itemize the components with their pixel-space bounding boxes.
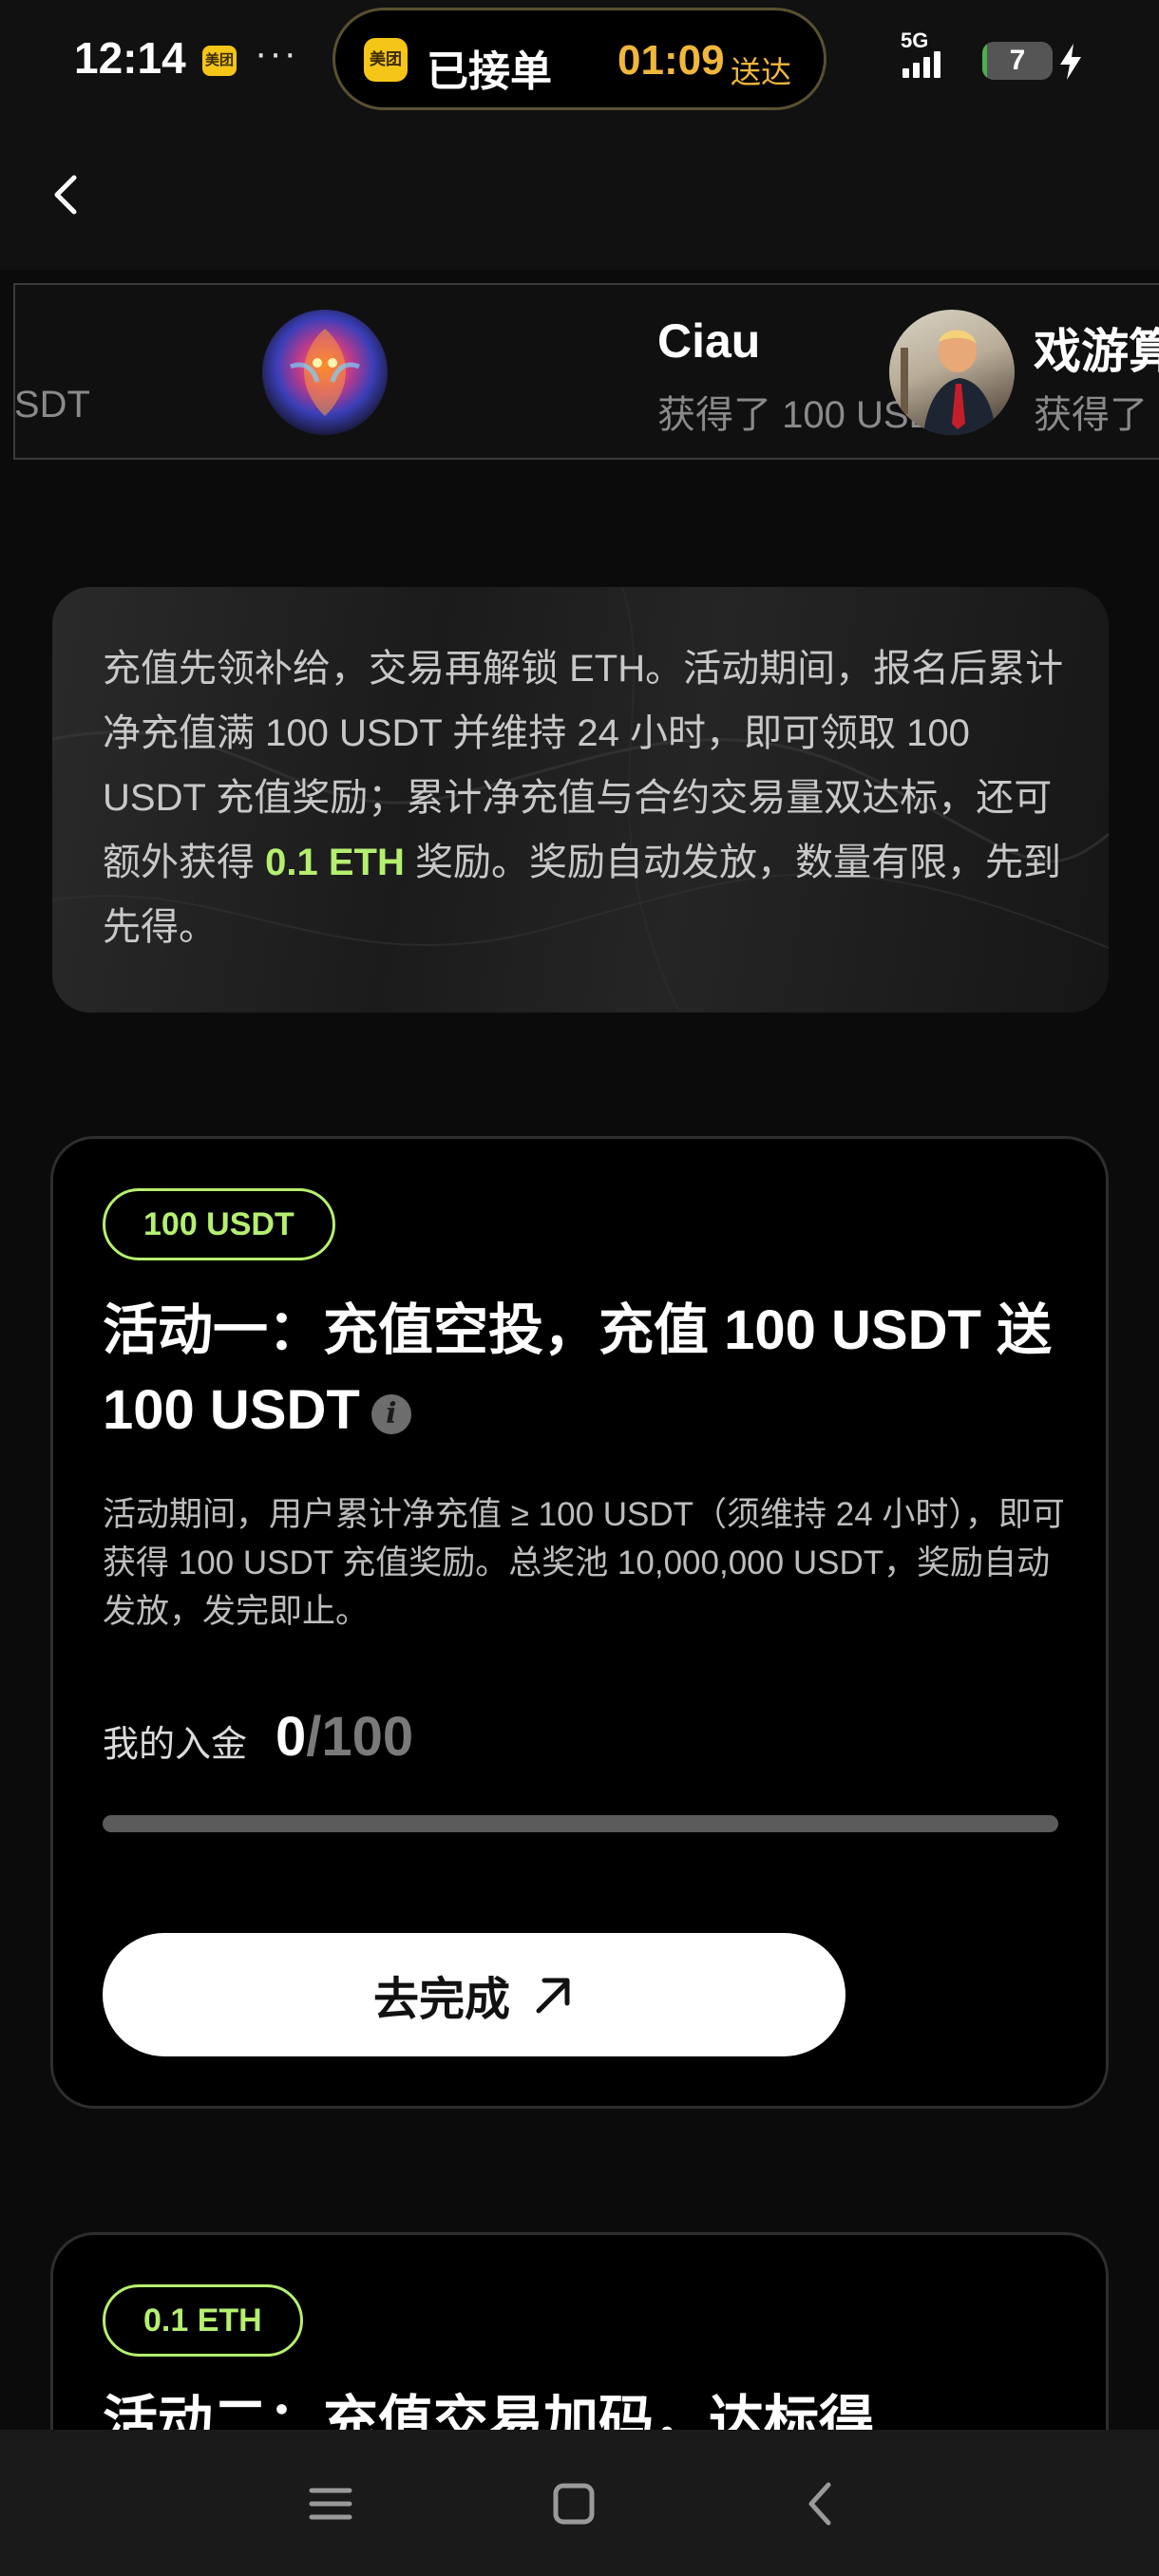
portrait-avatar-icon (901, 330, 996, 435)
charging-bolt-icon (1060, 44, 1081, 80)
avatar (262, 310, 388, 435)
live-activity-pill[interactable]: 美团 已接单 01:09 送达 (332, 8, 826, 110)
winners-marquee: USDT Ciau 获得了 100 USDT (13, 283, 1159, 460)
system-nav-bar (0, 2430, 1159, 2576)
status-bar: 12:14 美团 ··· 美团 已接单 01:09 送达 5G 7 (0, 0, 1159, 119)
winner-item: 戏游算 获得了 (889, 285, 1159, 458)
winner-item: Ciau 获得了 100 USDT (262, 285, 960, 458)
header (0, 119, 1159, 271)
complete-task-button[interactable]: 去完成 (103, 1933, 846, 2056)
avatar (889, 310, 1015, 435)
arrow-up-right-icon (536, 1978, 570, 2014)
winner-reward: USDT (13, 384, 90, 426)
page: 12:14 美团 ··· 美团 已接单 01:09 送达 5G 7 SDT Ci… (0, 0, 1159, 2576)
winner-reward: 获得了 (1034, 394, 1148, 436)
meituan-app-icon: 美团 (364, 38, 408, 82)
home-square-icon[interactable] (540, 2470, 608, 2538)
info-icon[interactable]: i (370, 1393, 411, 1434)
phoenix-avatar-icon (290, 329, 360, 416)
activity-card-1: 100 USDT 活动一：充值空投，充值 100 USDT 送 100 USDT… (50, 1136, 1109, 2109)
back-chevron-icon[interactable] (787, 2470, 855, 2538)
delivery-timer-label: 送达 (731, 55, 792, 89)
reward-tag: 0.1 ETH (103, 2284, 303, 2357)
battery-icon: 7 (982, 42, 1053, 80)
network-indicator: 5G (901, 28, 967, 82)
reward-tag: 100 USDT (103, 1188, 335, 1260)
delivery-timer: 01:09 (618, 37, 725, 84)
activity-title: 活动一：充值空投，充值 100 USDT 送 100 USDT i (103, 1291, 1062, 1450)
menu-icon[interactable] (296, 2470, 365, 2538)
winner-name: 戏游算 (1034, 325, 1159, 378)
more-notifications-icon: ··· (255, 32, 298, 74)
intro-text: 充值先领补给，交易再解锁 ETH。活动期间，报名后累计净充值满 100 USDT… (103, 636, 1072, 959)
deposit-current: 0 (276, 1706, 307, 1768)
deposit-target: 100 (321, 1706, 414, 1768)
activity-description: 活动期间，用户累计净充值 ≥ 100 USDT（须维持 24 小时），即可获得 … (103, 1496, 1065, 1630)
status-time: 12:14 (74, 33, 186, 83)
deposit-progress-bar (103, 1815, 1058, 1832)
deposit-separator: / (306, 1706, 322, 1768)
deposit-label: 我的入金 (103, 1725, 248, 1765)
winner-name: Ciau (657, 314, 761, 368)
signal-icon (902, 51, 940, 78)
meituan-notification-icon: 美团 (202, 46, 237, 76)
deposit-progress-value: 0/100 (276, 1705, 413, 1769)
cta-label: 去完成 (372, 1975, 510, 2025)
winner-item: USDT (13, 285, 177, 458)
intro-banner: 充值先领补给，交易再解锁 ETH。活动期间，报名后累计净充值满 100 USDT… (52, 587, 1109, 1013)
order-status: 已接单 (427, 48, 552, 95)
chevron-left-icon[interactable] (38, 166, 95, 223)
activity-title-text: 活动一：充值空投，充值 100 USDT 送 100 USDT (103, 1299, 1053, 1441)
eth-reward-highlight: 0.1 ETH (265, 842, 405, 883)
network-type: 5G (901, 28, 929, 52)
battery-level: 7 (1009, 45, 1026, 76)
